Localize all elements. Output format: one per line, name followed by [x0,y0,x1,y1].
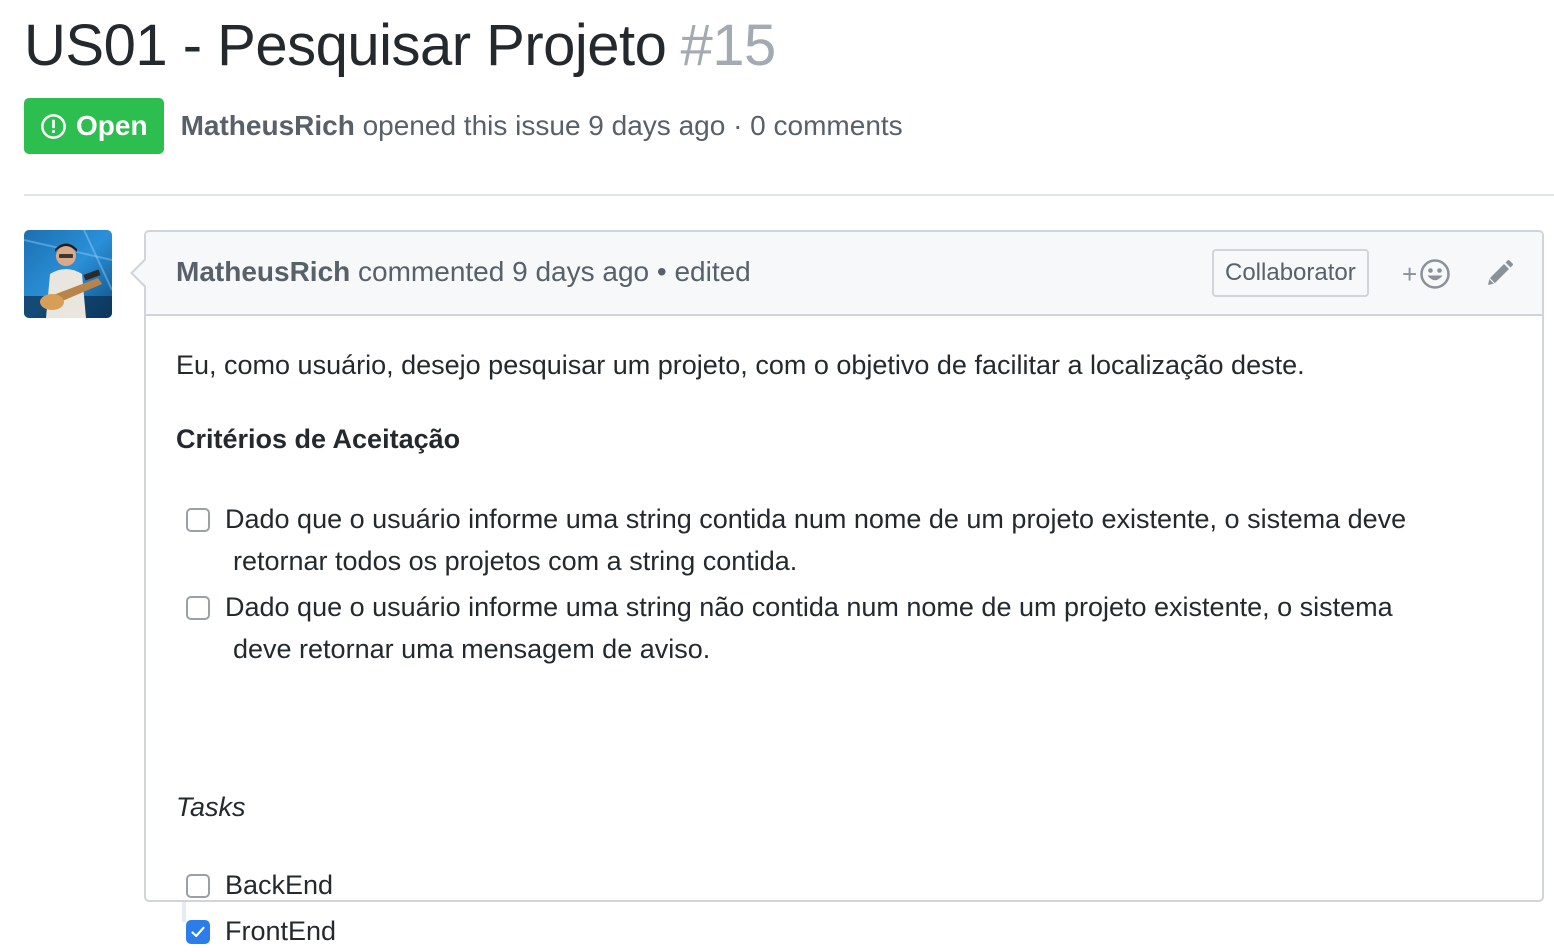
task-checkbox[interactable] [186,508,210,532]
header-divider [24,194,1554,196]
issue-title: US01 - Pesquisar Projeto #15 [24,10,776,82]
issue-author-link[interactable]: MatheusRich [181,110,355,141]
task-label: FrontEnd [225,916,337,946]
avatar-image [24,230,112,318]
task-text-line: Dado que o usuário informe uma string nã… [225,592,1393,622]
check-icon [191,926,205,938]
issue-state-label: Open [76,110,148,141]
issue-opened-icon [41,113,66,139]
task-checkbox[interactable] [186,596,210,620]
task-list-item: Dado que o usuário informe uma string co… [186,498,1406,582]
issue-meta-text: MatheusRich opened this issue 9 days ago… [181,110,903,142]
task-text-line: deve retornar uma mensagem de aviso. [233,634,711,664]
issue-number: #15 [680,13,776,78]
comment-timestamp[interactable]: commented 9 days ago • edited [358,256,751,287]
pencil-icon[interactable] [1484,259,1514,289]
task-text-line: Dado que o usuário informe uma string co… [225,504,1407,534]
criteria-heading: Critérios de Aceitação [176,424,461,454]
comment-intro: Eu, como usuário, desejo pesquisar um pr… [176,350,1305,380]
task-text-line: retornar todos os projetos com a string … [233,546,798,576]
comment-header: MatheusRich commented 9 days ago • edite… [146,232,1542,316]
task-text: Dado que o usuário informe uma string nã… [225,586,1393,670]
issue-opened-text: opened this issue 9 days ago · 0 comment… [362,110,903,141]
task-list-item: FrontEnd [186,910,336,952]
comment-arrow-fill [133,259,147,287]
task-checkbox-checked[interactable] [186,920,210,944]
issue-meta: Open MatheusRich opened this issue 9 day… [24,98,903,154]
tasks-heading: Tasks [176,792,246,822]
issue-state-badge: Open [24,98,164,154]
issue-title-text: US01 - Pesquisar Projeto [24,13,667,78]
task-checkbox[interactable] [186,874,210,898]
plus-icon: + [1402,259,1418,289]
add-reaction-button[interactable]: + [1402,256,1451,292]
comment: MatheusRich commented 9 days ago • edite… [130,230,1544,946]
avatar[interactable] [24,230,112,318]
collaborator-label: Collaborator [1212,249,1369,297]
comment-author-link[interactable]: MatheusRich [176,256,350,287]
task-label: BackEnd [225,870,334,900]
task-text: Dado que o usuário informe uma string co… [225,498,1406,582]
task-list-item: Dado que o usuário informe uma string nã… [186,586,1393,670]
smiley-icon [1420,259,1450,289]
comment-header-text: MatheusRich commented 9 days ago • edite… [176,256,751,288]
task-list-item: BackEnd [186,864,333,906]
